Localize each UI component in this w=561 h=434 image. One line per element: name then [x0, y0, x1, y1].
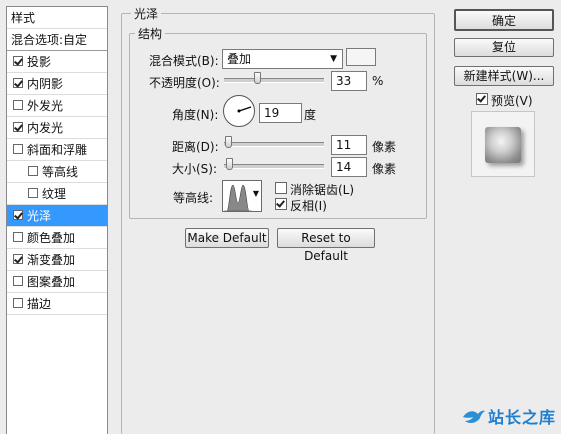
bird-logo-icon: [463, 410, 485, 423]
size-input[interactable]: 14: [331, 157, 367, 177]
opacity-slider-thumb[interactable]: [254, 72, 261, 84]
site-watermark: 站长之库: [462, 403, 556, 429]
checkbox-icon[interactable]: [13, 298, 23, 308]
sidebar-item[interactable]: 外发光: [7, 95, 107, 117]
sidebar-item-label: 渐变叠加: [27, 253, 76, 267]
checkbox-icon[interactable]: [28, 166, 38, 176]
anti-alias-label: 消除锯齿(L): [290, 183, 355, 197]
blend-mode-label: 混合模式(B):: [149, 54, 219, 68]
color-swatch[interactable]: [346, 48, 376, 66]
ok-button[interactable]: 确定: [454, 9, 554, 31]
sidebar-item-label: 纹理: [42, 187, 67, 201]
make-default-button[interactable]: Make Default: [185, 228, 269, 248]
sidebar-item[interactable]: 描边: [7, 293, 107, 315]
sidebar-item[interactable]: 投影: [7, 51, 107, 73]
watermark-text: 站长之库: [488, 408, 557, 427]
distance-slider-track[interactable]: [224, 142, 324, 147]
checkbox-icon[interactable]: [13, 232, 23, 242]
contour-label: 等高线:: [173, 191, 214, 205]
contour-picker[interactable]: ▼: [222, 180, 262, 212]
style-list: 样式 混合选项:自定 投影内阴影外发光内发光斜面和浮雕等高线纹理光泽颜色叠加渐变…: [6, 6, 108, 434]
opacity-slider-track[interactable]: [224, 78, 324, 83]
sidebar-item[interactable]: 渐变叠加: [7, 249, 107, 271]
size-slider-track[interactable]: [224, 164, 324, 169]
preview-checkbox[interactable]: [476, 93, 488, 105]
checkbox-icon: [275, 182, 287, 194]
invert-checkbox[interactable]: [275, 198, 287, 210]
checkbox-icon[interactable]: [13, 254, 23, 264]
sidebar-item-label: 斜面和浮雕: [27, 143, 88, 157]
checkbox-icon[interactable]: [13, 100, 23, 110]
checkbox-icon[interactable]: [13, 122, 23, 132]
anti-alias-checkbox[interactable]: [275, 182, 287, 194]
checkbox-icon[interactable]: [13, 144, 23, 154]
sidebar-item[interactable]: 颜色叠加: [7, 227, 107, 249]
preview-thumbnail: [471, 111, 535, 177]
checkbox-icon[interactable]: [13, 78, 23, 88]
sidebar-item-label: 图案叠加: [27, 275, 76, 289]
reset-button[interactable]: 复位: [454, 38, 554, 57]
blend-mode-value: 叠加: [227, 52, 252, 66]
distance-value: 11: [336, 138, 352, 152]
checkbox-icon[interactable]: [13, 56, 23, 66]
new-style-button[interactable]: 新建样式(W)...: [454, 66, 554, 86]
sidebar-item[interactable]: 纹理: [7, 183, 107, 205]
sidebar-item[interactable]: 等高线: [7, 161, 107, 183]
satin-section-title: 光泽: [131, 5, 162, 22]
sidebar-item-label: 内发光: [27, 121, 64, 135]
sidebar-item-label: 颜色叠加: [27, 231, 76, 245]
sidebar-item-blending-options[interactable]: 混合选项:自定: [7, 29, 107, 51]
angle-input[interactable]: 19: [259, 103, 302, 123]
angle-dial[interactable]: [222, 94, 256, 128]
sidebar-item[interactable]: 光泽: [7, 205, 107, 227]
angle-value: 19: [264, 106, 280, 120]
preview-label: 预览(V): [491, 94, 533, 108]
invert-label: 反相(I): [290, 199, 327, 213]
sidebar-item-label: 投影: [27, 55, 52, 69]
size-unit: 像素: [372, 162, 397, 176]
sidebar-item[interactable]: 图案叠加: [7, 271, 107, 293]
sidebar-item-label: 等高线: [42, 165, 79, 179]
distance-unit: 像素: [372, 140, 397, 154]
angle-unit: 度: [304, 108, 317, 122]
opacity-value: 33: [336, 74, 352, 88]
opacity-label: 不透明度(O):: [149, 76, 220, 90]
size-value: 14: [336, 160, 352, 174]
structure-group-title: 结构: [135, 25, 166, 42]
size-label: 大小(S):: [172, 162, 218, 176]
checkbox-icon: [275, 198, 287, 210]
chevron-down-icon: ▼: [330, 54, 337, 64]
checkbox-icon[interactable]: [13, 210, 23, 220]
opacity-input[interactable]: 33: [331, 71, 367, 91]
checkbox-icon: [476, 93, 488, 105]
sidebar-item-label: 光泽: [27, 209, 52, 223]
sidebar-item-label: 内阴影: [27, 77, 64, 91]
sidebar-item[interactable]: 斜面和浮雕: [7, 139, 107, 161]
distance-label: 距离(D):: [172, 140, 219, 154]
angle-label: 角度(N):: [172, 108, 219, 122]
blend-mode-select[interactable]: 叠加 ▼: [222, 49, 343, 69]
checkbox-icon[interactable]: [13, 276, 23, 286]
sidebar-item-label: 描边: [27, 297, 52, 311]
distance-slider-thumb[interactable]: [225, 136, 232, 148]
chevron-down-icon[interactable]: ▼: [253, 189, 259, 198]
sidebar-header-styles[interactable]: 样式: [7, 7, 107, 29]
opacity-unit: %: [372, 74, 384, 88]
sidebar-item[interactable]: 内发光: [7, 117, 107, 139]
sidebar-item-label: 样式: [11, 11, 36, 25]
sidebar-item[interactable]: 内阴影: [7, 73, 107, 95]
contour-curve-icon: [224, 184, 252, 211]
sidebar-item-label: 混合选项:自定: [11, 33, 88, 47]
sidebar-item-label: 外发光: [27, 99, 64, 113]
size-slider-thumb[interactable]: [226, 158, 233, 170]
distance-input[interactable]: 11: [331, 135, 367, 155]
preview-swatch: [485, 127, 521, 163]
reset-to-default-button[interactable]: Reset to Default: [277, 228, 375, 263]
checkbox-icon[interactable]: [28, 188, 38, 198]
